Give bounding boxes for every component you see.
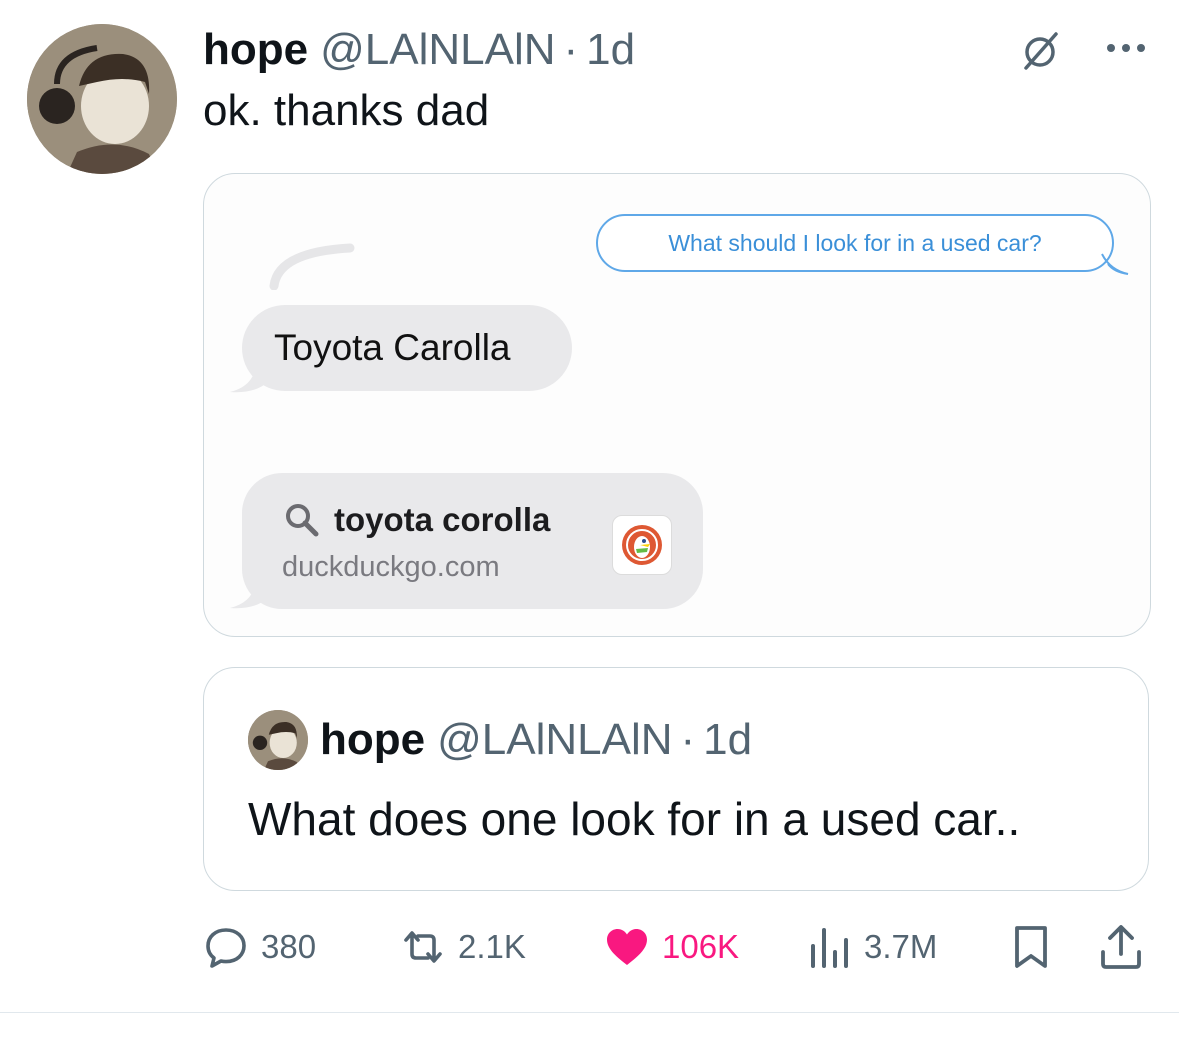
quoted-author-handle: @LAlNLAlN xyxy=(437,715,673,764)
quoted-author-avatar xyxy=(248,710,308,770)
separator-dot: · xyxy=(680,715,696,764)
divider xyxy=(0,1012,1179,1013)
grok-icon[interactable] xyxy=(1018,28,1062,72)
quoted-author-name: hope xyxy=(320,715,426,764)
quoted-tweet[interactable]: hope @LAlNLAlN · 1d What does one look f… xyxy=(203,667,1149,891)
repost-icon xyxy=(404,931,442,963)
incoming-message-bubble: Toyota Carolla xyxy=(242,305,572,391)
duckduckgo-icon xyxy=(612,515,672,575)
share-icon[interactable] xyxy=(1098,924,1144,970)
outgoing-message-bubble: What should I look for in a used car? xyxy=(596,214,1114,272)
link-search-query: toyota corolla xyxy=(334,501,551,538)
typing-indicator-arc xyxy=(269,243,355,290)
tweet-time[interactable]: 1d xyxy=(586,25,635,75)
author-handle[interactable]: @LAlNLAlN xyxy=(320,25,555,75)
link-preview-bubble: toyota corolla duckduckgo.com xyxy=(242,473,703,609)
views-icon xyxy=(811,928,848,968)
repost-count: 2.1K xyxy=(458,928,526,965)
quoted-tweet-text: What does one look for in a used car.. xyxy=(248,793,1021,845)
separator-dot: · xyxy=(563,25,579,74)
link-search-row: toyota corolla xyxy=(284,501,550,539)
like-button[interactable]: 106K xyxy=(604,915,739,979)
reply-count: 380 xyxy=(261,928,317,965)
quoted-tweet-time: 1d xyxy=(703,715,753,764)
avatar-photo xyxy=(27,24,177,174)
tweet-media[interactable]: What should I look for in a used car? To… xyxy=(203,173,1151,637)
author-avatar[interactable] xyxy=(27,24,177,174)
like-icon xyxy=(607,929,647,965)
tweet-header: hope @LAlNLAlN · 1d xyxy=(203,22,635,78)
quoted-tweet-header: hope @LAlNLAlN · 1d xyxy=(320,712,752,768)
incoming-message-text: Toyota Carolla xyxy=(274,327,511,368)
outgoing-bubble-tail xyxy=(1101,253,1129,275)
action-bar: 380 2.1K 106K 3.7M xyxy=(0,915,1179,979)
reply-button[interactable]: 380 xyxy=(203,915,316,979)
author-name[interactable]: hope xyxy=(203,25,308,75)
views-count: 3.7M xyxy=(864,928,938,965)
reply-icon xyxy=(206,928,246,968)
tweet-text: ok. thanks dad xyxy=(203,86,490,135)
avatar-photo xyxy=(248,710,308,770)
bookmark-icon[interactable] xyxy=(1008,924,1054,970)
more-icon[interactable] xyxy=(1104,38,1148,58)
like-count: 106K xyxy=(662,928,740,965)
link-domain: duckduckgo.com xyxy=(282,551,500,583)
repost-button[interactable]: 2.1K xyxy=(400,915,526,979)
search-icon xyxy=(286,504,319,537)
views-button[interactable]: 3.7M xyxy=(806,915,937,979)
